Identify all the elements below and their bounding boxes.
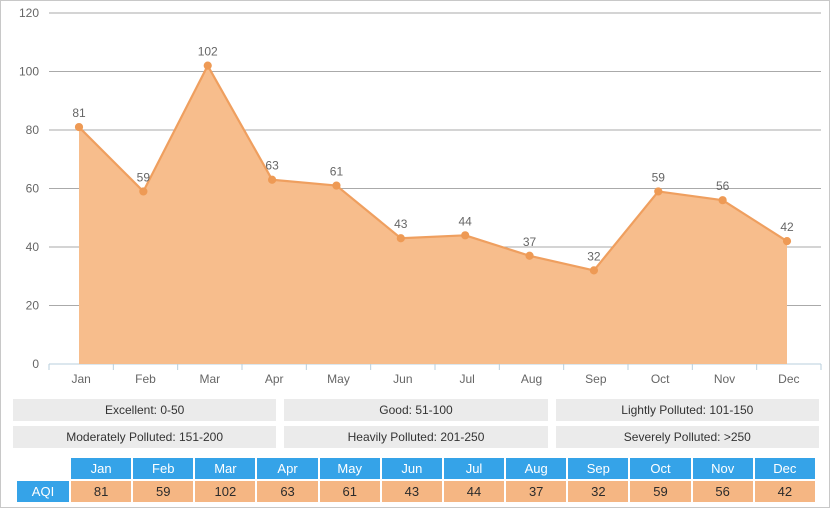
legend-item-good[interactable]: Good: 51-100 <box>284 399 547 421</box>
x-axis-tick-label: Nov <box>714 372 735 386</box>
table-header-nov: Nov <box>693 458 753 479</box>
table-header-feb: Feb <box>133 458 193 479</box>
y-axis-tick-label: 120 <box>19 6 39 20</box>
table-cell-aqi-sep: 32 <box>568 481 628 502</box>
x-axis-tick-label: Feb <box>135 372 156 386</box>
data-point-marker[interactable] <box>397 235 404 242</box>
table-cell-aqi-mar: 102 <box>195 481 255 502</box>
table-cell-aqi-jun: 43 <box>382 481 442 502</box>
x-axis-tick-label: Jul <box>459 372 474 386</box>
chart-canvas[interactable]: 81 59 102 63 61 43 44 37 32 59 56 42 0 20 40 60 80 100 12… <box>1 1 829 393</box>
data-point-marker[interactable] <box>268 176 275 183</box>
legend-item-heavily-polluted[interactable]: Heavily Polluted: 201-250 <box>284 426 547 448</box>
y-axis-tick-label: 0 <box>32 357 39 371</box>
y-axis-tick-label: 20 <box>26 299 40 313</box>
data-point-label: 37 <box>523 235 537 249</box>
table-row: AQI 8159102636143443732595642 <box>17 481 815 502</box>
data-point-marker[interactable] <box>462 232 469 239</box>
table-header-dec: Dec <box>755 458 815 479</box>
x-axis-tick-label: Jun <box>393 372 412 386</box>
data-point-marker[interactable] <box>204 62 211 69</box>
x-axis-tick-labels: Jan Feb Mar Apr May Jun Jul Aug Sep Oct Nov Dec <box>71 372 799 386</box>
data-point-marker[interactable] <box>75 123 82 130</box>
data-point-marker[interactable] <box>333 182 340 189</box>
aqi-chart-page: 8159102636143443732595642 02040608010012… <box>0 0 830 508</box>
data-point-marker[interactable] <box>526 252 533 259</box>
data-point-label: 63 <box>265 159 279 173</box>
table-cell-aqi-apr: 63 <box>257 481 317 502</box>
data-point-label: 44 <box>459 214 473 228</box>
y-axis-tick-label: 40 <box>26 240 40 254</box>
data-point-label: 81 <box>72 106 86 120</box>
table-header-sep: Sep <box>568 458 628 479</box>
table-header-oct: Oct <box>630 458 690 479</box>
x-axis-tick-label: Dec <box>778 372 799 386</box>
aqi-category-legend: Excellent: 0-50 Good: 51-100 Lightly Pol… <box>13 399 819 448</box>
table-header-row: JanFebMarAprMayJunJulAugSepOctNovDec <box>17 458 815 479</box>
x-axis-tick-label: May <box>327 372 350 386</box>
table-cell-aqi-jan: 81 <box>71 481 131 502</box>
x-axis-tick-label: Jan <box>71 372 90 386</box>
data-point-label: 32 <box>587 249 601 263</box>
data-point-label: 61 <box>330 165 344 179</box>
legend-item-lightly-polluted[interactable]: Lightly Polluted: 101-150 <box>556 399 819 421</box>
data-point-marker[interactable] <box>655 188 662 195</box>
y-axis-tick-label: 80 <box>26 123 40 137</box>
y-axis-tick-labels: 0 20 40 60 80 100 120 <box>19 6 39 371</box>
data-point-label: 43 <box>394 217 408 231</box>
table-corner-cell <box>17 458 69 479</box>
legend-item-severely-polluted[interactable]: Severely Polluted: >250 <box>556 426 819 448</box>
data-point-marker[interactable] <box>719 197 726 204</box>
x-axis-tick-label: Aug <box>521 372 542 386</box>
aqi-data-table: JanFebMarAprMayJunJulAugSepOctNovDec AQI… <box>15 456 817 504</box>
chart-x-tickmarks <box>49 364 821 370</box>
data-point-label: 59 <box>137 170 151 184</box>
table-cell-aqi-aug: 37 <box>506 481 566 502</box>
y-axis-tick-label: 60 <box>26 182 40 196</box>
table-cell-aqi-nov: 56 <box>693 481 753 502</box>
y-axis-tick-label: 100 <box>19 65 39 79</box>
table-cell-aqi-feb: 59 <box>133 481 193 502</box>
table-row-label-aqi: AQI <box>17 481 69 502</box>
table-cell-aqi-oct: 59 <box>630 481 690 502</box>
table-cell-aqi-dec: 42 <box>755 481 815 502</box>
table-header-mar: Mar <box>195 458 255 479</box>
table-cell-aqi-may: 61 <box>320 481 380 502</box>
table-header-jul: Jul <box>444 458 504 479</box>
legend-item-excellent[interactable]: Excellent: 0-50 <box>13 399 276 421</box>
data-point-marker[interactable] <box>783 238 790 245</box>
x-axis-tick-label: Sep <box>585 372 607 386</box>
table-header-may: May <box>320 458 380 479</box>
data-point-label: 42 <box>780 220 794 234</box>
x-axis-tick-label: Mar <box>199 372 220 386</box>
x-axis-tick-label: Apr <box>265 372 284 386</box>
data-point-label: 59 <box>652 170 666 184</box>
table-header-jun: Jun <box>382 458 442 479</box>
legend-item-moderately-polluted[interactable]: Moderately Polluted: 151-200 <box>13 426 276 448</box>
data-point-marker[interactable] <box>140 188 147 195</box>
x-axis-tick-label: Oct <box>651 372 670 386</box>
air-quality-area-chart[interactable]: 81 59 102 63 61 43 44 37 32 59 56 42 0 20 40 60 80 100 12… <box>1 1 829 393</box>
table-cell-aqi-jul: 44 <box>444 481 504 502</box>
data-point-label: 102 <box>198 45 218 59</box>
data-point-marker[interactable] <box>590 267 597 274</box>
data-point-label: 56 <box>716 179 730 193</box>
table-header-jan: Jan <box>71 458 131 479</box>
table-header-apr: Apr <box>257 458 317 479</box>
table-header-aug: Aug <box>506 458 566 479</box>
